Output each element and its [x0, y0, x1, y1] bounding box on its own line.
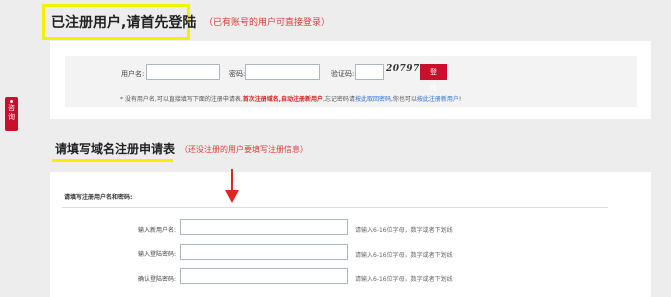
- consult-side-tab[interactable]: 咨询: [5, 97, 18, 131]
- register-title: 请填写域名注册申请表: [55, 142, 176, 156]
- login-title: 已注册用户,请首先登陆: [51, 15, 197, 31]
- register-title-underline: [52, 159, 173, 162]
- login-title-hint: （已有账号的用户可直接登录）: [204, 18, 331, 28]
- login-note-prefix: * 没有用户名,可以直接填写下面的注册申请表,: [120, 96, 243, 103]
- login-note-mid: ,忘记密码请: [323, 96, 355, 103]
- password-label: 密码:: [229, 70, 246, 78]
- forgot-password-link[interactable]: 按此取回密码: [355, 96, 391, 103]
- register-section-header: 请填写注册用户名和密码:: [64, 194, 133, 201]
- captcha-input[interactable]: [355, 64, 384, 80]
- password-input[interactable]: [245, 64, 320, 80]
- username-input[interactable]: [146, 64, 220, 80]
- confirm-password-input[interactable]: [180, 268, 348, 284]
- login-note: * 没有用户名,可以直接填写下面的注册申请表,首次注册域名,自动注册新用户,忘记…: [120, 94, 461, 103]
- captcha-image[interactable]: 20797: [386, 64, 419, 80]
- new-password-hint: 请输入6-16位字母，数字或者下划线: [355, 252, 453, 259]
- new-password-label: 输入登陆密码:: [137, 251, 176, 258]
- consult-dot-icon: [10, 100, 13, 103]
- consult-label: 咨询: [8, 104, 15, 121]
- new-username-label: 输入新用户名:: [137, 227, 176, 234]
- login-note-mid2: ,你也可以: [390, 96, 417, 103]
- register-link[interactable]: 按此注册新用户: [417, 96, 459, 103]
- login-note-highlight: 首次注册域名,自动注册新用户: [242, 96, 324, 103]
- register-title-hint: （还没注册的用户要填写注册信息）: [180, 145, 308, 154]
- login-note-end: !: [458, 96, 462, 103]
- new-username-input[interactable]: [180, 219, 348, 235]
- captcha-label: 验证码:: [331, 70, 355, 78]
- confirm-password-label: 确认登陆密码:: [137, 276, 176, 283]
- register-divider: [62, 207, 608, 208]
- confirm-password-hint: 请输入6-16位字母，数字或者下划线: [355, 276, 453, 283]
- new-username-hint: 请输入6-16位字母，数字或者下划线: [355, 227, 453, 234]
- login-button[interactable]: 登 陆: [420, 64, 447, 92]
- new-password-input[interactable]: [180, 244, 348, 260]
- username-label: 用户名:: [121, 70, 145, 78]
- down-arrow-icon: [225, 169, 239, 203]
